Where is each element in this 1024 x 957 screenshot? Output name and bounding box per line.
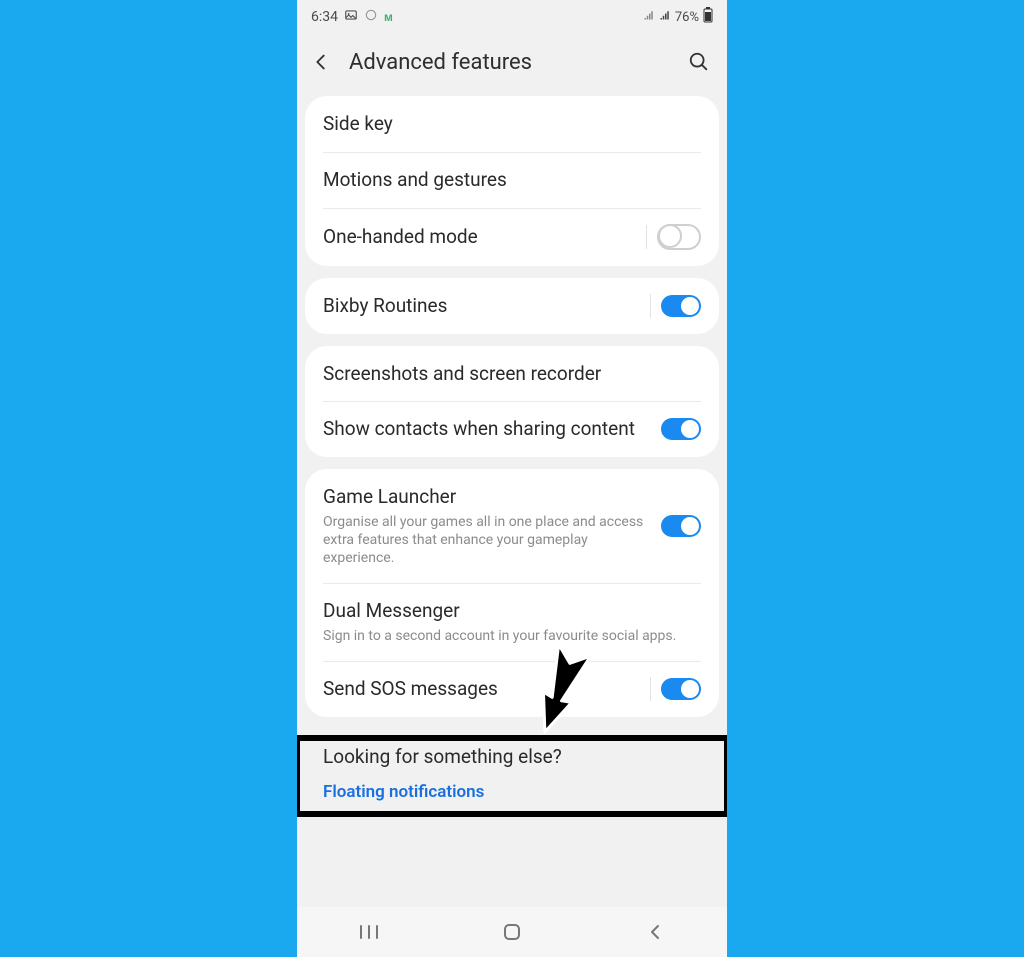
row-bixby-routines[interactable]: Bixby Routines [305,278,719,334]
group-screenshots: Screenshots and screen recorder Show con… [305,346,719,458]
toggle-send-sos[interactable] [661,678,701,700]
settings-list[interactable]: Side key Motions and gestures One-handed… [297,96,727,907]
row-separator [650,294,651,318]
status-time: 6:34 [311,9,338,25]
toggle-one-handed[interactable] [657,224,701,250]
row-one-handed[interactable]: One-handed mode [305,208,719,266]
row-game-launcher[interactable]: Game Launcher Organise all your games al… [305,469,719,583]
row-subtitle: Sign in to a second account in your favo… [323,627,693,645]
row-screenshots-recorder[interactable]: Screenshots and screen recorder [305,346,719,402]
battery-icon [703,7,713,27]
group-input: Side key Motions and gestures One-handed… [305,96,719,266]
status-left: 6:34 ᴍ [311,8,393,26]
signal-1-icon [643,9,655,25]
status-right: 76% [643,7,713,27]
looking-for-title: Looking for something else? [323,745,701,768]
toggle-game-launcher[interactable] [661,515,701,537]
row-subtitle: Organise all your games all in one place… [323,513,653,568]
search-button[interactable] [685,48,713,76]
binoculars-icon: ᴍ [384,10,393,24]
back-button[interactable] [307,48,335,76]
row-show-contacts[interactable]: Show contacts when sharing content [305,401,719,457]
battery-text: 76% [675,10,699,25]
signal-2-icon [659,9,671,25]
nav-back-button[interactable] [640,920,670,944]
nav-recents-button[interactable] [354,920,384,944]
row-separator [646,225,647,249]
circle-icon [364,8,378,26]
toggle-bixby[interactable] [661,295,701,317]
group-looking-for: Looking for something else? Floating not… [305,729,719,802]
group-gaming-messaging: Game Launcher Organise all your games al… [305,469,719,717]
row-title: Dual Messenger [323,599,693,623]
row-title: Screenshots and screen recorder [323,362,693,386]
row-dual-messenger[interactable]: Dual Messenger Sign in to a second accou… [305,583,719,661]
row-title: Side key [323,112,693,136]
nav-home-button[interactable] [497,920,527,944]
row-title: Motions and gestures [323,168,693,192]
status-bar: 6:34 ᴍ 76% [297,0,727,30]
header: Advanced features [297,30,727,94]
row-side-key[interactable]: Side key [305,96,719,152]
link-floating-notifications[interactable]: Floating notifications [323,782,701,802]
row-motions-gestures[interactable]: Motions and gestures [305,152,719,208]
toggle-show-contacts[interactable] [661,418,701,440]
row-send-sos[interactable]: Send SOS messages [305,661,719,717]
row-title: Send SOS messages [323,677,642,701]
row-separator [650,677,651,701]
row-title: One-handed mode [323,225,638,249]
nav-bar [297,907,727,957]
group-bixby: Bixby Routines [305,278,719,334]
page-title: Advanced features [349,50,671,75]
row-title: Bixby Routines [323,294,642,318]
row-title: Show contacts when sharing content [323,417,653,441]
row-title: Game Launcher [323,485,653,509]
photo-icon [344,8,358,26]
phone-frame: 6:34 ᴍ 76% Advanced feature [297,0,727,957]
